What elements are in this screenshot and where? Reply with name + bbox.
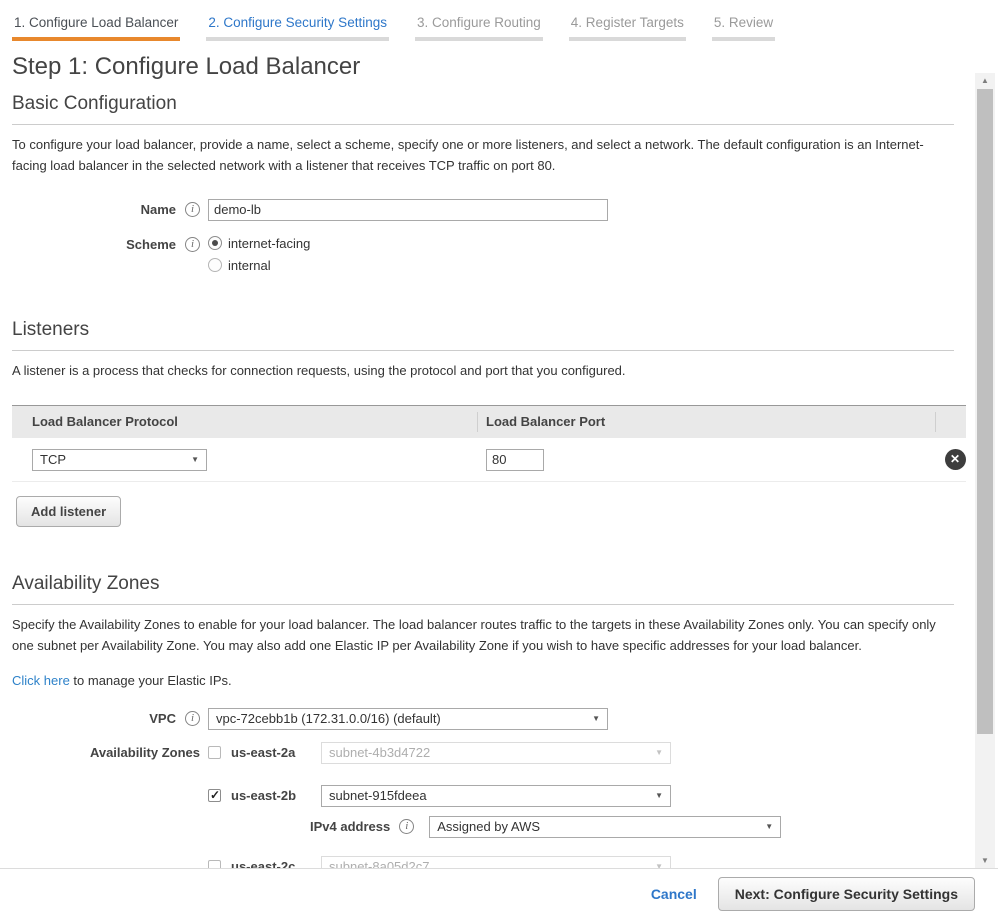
section-listeners: Listeners A listener is a process that c… [12,319,954,528]
availability-zones-description: Specify the Availability Zones to enable… [12,615,954,657]
vpc-label: VPC [149,711,176,726]
radio-internet-facing[interactable] [208,236,222,250]
section-availability-zones: Availability Zones Specify the Availabil… [12,573,954,868]
listeners-heading: Listeners [12,319,954,351]
listeners-description: A listener is a process that checks for … [12,361,954,382]
chevron-down-icon: ▼ [191,455,199,464]
wizard-step-tabs: 1. Configure Load Balancer 2. Configure … [0,0,998,41]
scheme-info-icon[interactable]: i [185,237,200,252]
name-info-icon[interactable]: i [185,202,200,217]
zone-us-east-2c-label: us-east-2c [231,859,309,868]
basic-configuration-heading: Basic Configuration [12,93,954,125]
zone-us-east-2b-checkbox[interactable] [208,789,221,802]
delete-listener-icon[interactable]: ✕ [945,449,966,470]
name-input[interactable] [208,199,608,221]
chevron-down-icon: ▼ [592,714,600,723]
scroll-up-icon[interactable]: ▲ [975,73,995,88]
zone-us-east-2b-subnet-select[interactable]: subnet-915fdeea ▼ [321,785,671,807]
vpc-select[interactable]: vpc-72cebb1b (172.31.0.0/16) (default) ▼ [208,708,608,730]
ipv4-address-select-value: Assigned by AWS [437,819,540,834]
scheme-internet-facing-label: internet-facing [228,236,310,251]
protocol-select[interactable]: TCP ▼ [32,449,207,471]
listener-row: TCP ▼ ✕ [12,438,966,482]
zone-us-east-2a-subnet-select: subnet-4b3d4722 ▼ [321,742,671,764]
scrollbar-thumb[interactable] [977,89,993,734]
zone-us-east-2a-subnet-value: subnet-4b3d4722 [329,745,430,760]
chevron-down-icon: ▼ [655,791,663,800]
tab-configure-routing: 3. Configure Routing [415,10,543,41]
chevron-down-icon: ▼ [765,822,773,831]
elastic-ip-suffix: to manage your Elastic IPs. [70,673,232,688]
column-port-header: Load Balancer Port [478,412,935,432]
radio-internal[interactable] [208,258,222,272]
chevron-down-icon: ▼ [655,748,663,757]
section-basic-configuration: Basic Configuration To configure your lo… [12,93,954,273]
add-listener-button[interactable]: Add listener [16,496,121,527]
tab-review: 5. Review [712,10,775,41]
vpc-select-value: vpc-72cebb1b (172.31.0.0/16) (default) [216,711,441,726]
cancel-button[interactable]: Cancel [651,886,697,902]
name-label: Name [141,202,176,217]
manage-elastic-ips-link[interactable]: Click here [12,673,70,688]
scheme-internal-option[interactable]: internal [208,258,310,273]
tab-configure-security-settings[interactable]: 2. Configure Security Settings [206,10,389,41]
availability-zones-label: Availability Zones [90,745,200,760]
ipv4-address-select[interactable]: Assigned by AWS ▼ [429,816,781,838]
protocol-select-value: TCP [40,452,66,467]
basic-configuration-description: To configure your load balancer, provide… [12,135,954,177]
column-actions-header [935,412,966,432]
column-protocol-header: Load Balancer Protocol [12,412,478,432]
zone-us-east-2c-checkbox[interactable] [208,860,221,868]
tab-configure-load-balancer[interactable]: 1. Configure Load Balancer [12,10,180,41]
scroll-down-icon[interactable]: ▼ [975,853,995,868]
scheme-radio-group: internet-facing internal [208,236,310,273]
elastic-ip-line: Click here to manage your Elastic IPs. [12,673,954,688]
listeners-table-header: Load Balancer Protocol Load Balancer Por… [12,405,966,438]
zone-us-east-2c-subnet-value: subnet-8a05d2c7 [329,859,429,868]
listeners-table: Load Balancer Protocol Load Balancer Por… [12,405,966,482]
zone-us-east-2b-subnet-value: subnet-915fdeea [329,788,427,803]
port-input[interactable] [486,449,544,471]
availability-zones-heading: Availability Zones [12,573,954,605]
page-title: Step 1: Configure Load Balancer [12,53,954,81]
vertical-scrollbar[interactable]: ▲ ▼ [975,73,995,868]
scheme-internal-label: internal [228,258,271,273]
next-configure-security-settings-button[interactable]: Next: Configure Security Settings [718,877,975,911]
scheme-label: Scheme [126,237,176,252]
wizard-content: Step 1: Configure Load Balancer Basic Co… [0,40,966,868]
zone-us-east-2a-label: us-east-2a [231,745,309,760]
ipv4-info-icon[interactable]: i [399,819,414,834]
wizard-footer: Cancel Next: Configure Security Settings [0,868,998,918]
ipv4-address-row: IPv4 address i Assigned by AWS ▼ [310,816,954,838]
tab-register-targets: 4. Register Targets [569,10,686,41]
zone-us-east-2b-label: us-east-2b [231,788,309,803]
zone-us-east-2c-subnet-select: subnet-8a05d2c7 ▼ [321,856,671,868]
vpc-info-icon[interactable]: i [185,711,200,726]
scheme-internet-facing-option[interactable]: internet-facing [208,236,310,251]
ipv4-address-label: IPv4 address [310,819,390,834]
zone-us-east-2a-checkbox[interactable] [208,746,221,759]
